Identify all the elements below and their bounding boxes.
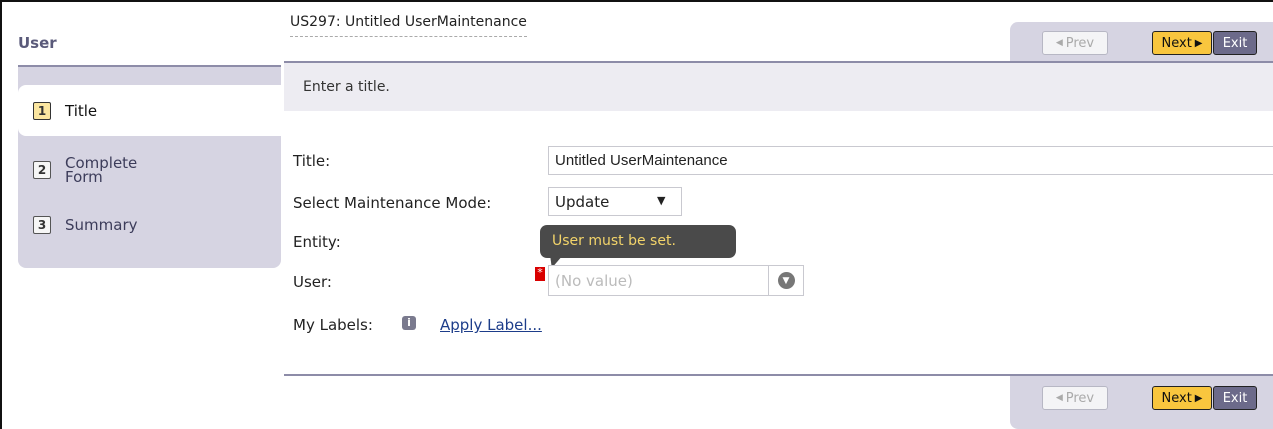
exit-button-top[interactable]: Exit — [1213, 31, 1257, 55]
caret-down-icon[interactable]: ▼ — [657, 194, 665, 207]
apply-label-link[interactable]: Apply Label... — [440, 316, 542, 334]
triangle-left-icon: ◀ — [1055, 393, 1063, 403]
sidebar-title: User — [18, 34, 57, 52]
triangle-left-icon: ◀ — [1055, 38, 1063, 48]
chevron-down-circle-icon: ▼ — [777, 272, 795, 289]
required-icon: * — [535, 267, 545, 281]
next-label: Next — [1161, 390, 1192, 406]
step-label-complete-form: Complete Form — [65, 154, 138, 186]
sidebar-step-title[interactable]: 1 Title — [18, 85, 281, 136]
exit-label: Exit — [1222, 35, 1248, 51]
entity-label: Entity: — [293, 233, 341, 251]
user-error-tooltip: User must be set. — [540, 225, 736, 258]
step-number-3: 3 — [33, 216, 51, 234]
prev-button-bottom[interactable]: ◀ Prev — [1042, 386, 1108, 410]
triangle-right-icon: ▶ — [1194, 37, 1203, 49]
page-title[interactable]: US297: Untitled UserMaintenance — [290, 14, 527, 37]
prev-label: Prev — [1065, 35, 1095, 51]
next-button-top[interactable]: Next ▶ — [1152, 31, 1212, 55]
triangle-right-icon: ▶ — [1194, 392, 1203, 404]
maintenance-mode-label: Select Maintenance Mode: — [293, 194, 492, 212]
window-border-left — [0, 0, 2, 429]
step-number-1: 1 — [33, 101, 51, 120]
title-label: Title: — [293, 152, 331, 170]
user-dropdown-button[interactable]: ▼ — [768, 265, 804, 296]
step-number-2: 2 — [33, 161, 51, 179]
window-border-top — [0, 0, 1273, 2]
exit-label: Exit — [1222, 390, 1248, 406]
user-input[interactable]: (No value) — [548, 265, 770, 296]
prev-button-top[interactable]: ◀ Prev — [1042, 31, 1108, 55]
sidebar-step-complete-form[interactable]: 2 Complete Form — [18, 150, 281, 190]
next-button-bottom[interactable]: Next ▶ — [1152, 386, 1212, 410]
instruction-text: Enter a title. — [303, 79, 390, 95]
sidebar-step-summary[interactable]: 3 Summary — [18, 212, 281, 238]
user-label: User: — [293, 273, 332, 291]
my-labels-label: My Labels: — [293, 316, 373, 334]
step-label-summary: Summary — [65, 216, 138, 234]
info-icon[interactable]: i — [402, 316, 416, 330]
prev-label: Prev — [1065, 390, 1095, 406]
next-label: Next — [1161, 35, 1192, 51]
exit-button-bottom[interactable]: Exit — [1213, 386, 1257, 410]
instruction-band — [284, 63, 1273, 111]
step-label-title: Title — [65, 101, 98, 120]
title-input[interactable] — [548, 146, 1273, 175]
